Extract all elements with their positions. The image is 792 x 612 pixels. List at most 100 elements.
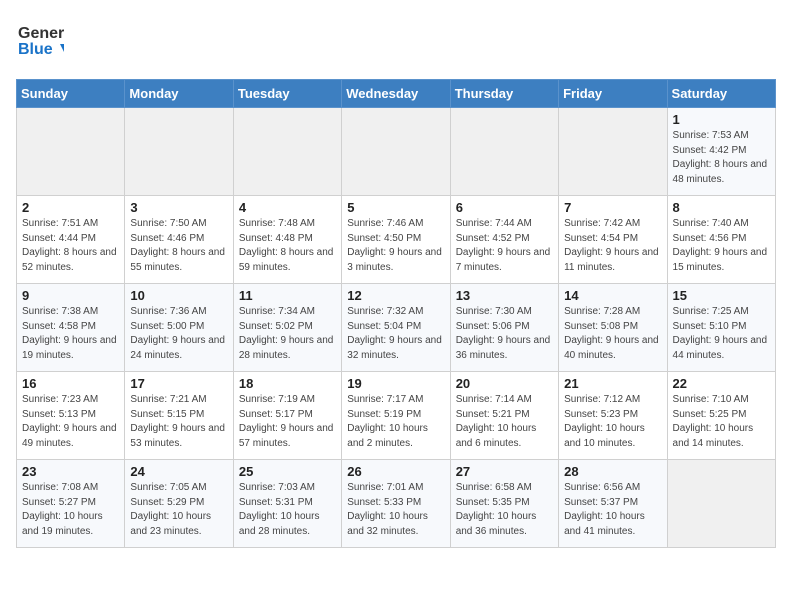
col-header-tuesday: Tuesday: [233, 80, 341, 108]
calendar-cell: [233, 108, 341, 196]
calendar-cell: 28Sunrise: 6:56 AM Sunset: 5:37 PM Dayli…: [559, 460, 667, 548]
calendar-cell: 7 Sunrise: 7:42 AM Sunset: 4:54 PM Daylig…: [559, 196, 667, 284]
calendar-cell: 12 Sunrise: 7:32 AM Sunset: 5:04 PM Dayli…: [342, 284, 450, 372]
calendar-cell: 27 Sunrise: 6:58 AM Sunset: 5:35 PM Dayli…: [450, 460, 558, 548]
calendar-cell: 21 Sunrise: 7:12 AM Sunset: 5:23 PM Dayli…: [559, 372, 667, 460]
calendar-cell: 8 Sunrise: 7:40 AM Sunset: 4:56 PM Daylig…: [667, 196, 775, 284]
day-info: Sunrise: 7:44 AM Sunset: 4:52 PM Dayligh…: [456, 217, 553, 275]
calendar-cell: 13 Sunrise: 7:30 AM Sunset: 5:06 PM Dayli…: [450, 284, 558, 372]
calendar-cell: [342, 108, 450, 196]
day-info: Sunrise: 7:46 AM Sunset: 4:50 PM Dayligh…: [347, 217, 444, 275]
day-number: 19: [347, 376, 444, 391]
day-info: Sunrise: 7:36 AM Sunset: 5:00 PM Dayligh…: [130, 305, 227, 363]
day-info: Sunrise: 6:58 AM Sunset: 5:35 PM Dayligh…: [456, 481, 553, 539]
day-number: 28: [564, 464, 661, 479]
col-header-saturday: Saturday: [667, 80, 775, 108]
col-header-friday: Friday: [559, 80, 667, 108]
day-info: Sunrise: 7:12 AM Sunset: 5:23 PM Dayligh…: [564, 393, 661, 451]
calendar-header-row: SundayMondayTuesdayWednesdayThursdayFrid…: [17, 80, 776, 108]
day-info: Sunrise: 7:17 AM Sunset: 5:19 PM Dayligh…: [347, 393, 444, 451]
day-number: 5: [347, 200, 444, 215]
calendar-cell: 15 Sunrise: 7:25 AM Sunset: 5:10 PM Dayli…: [667, 284, 775, 372]
col-header-thursday: Thursday: [450, 80, 558, 108]
day-info: Sunrise: 7:38 AM Sunset: 4:58 PM Dayligh…: [22, 305, 119, 363]
logo-icon: General Blue: [16, 16, 64, 64]
day-info: Sunrise: 7:34 AM Sunset: 5:02 PM Dayligh…: [239, 305, 336, 363]
day-info: Sunrise: 7:05 AM Sunset: 5:29 PM Dayligh…: [130, 481, 227, 539]
col-header-sunday: Sunday: [17, 80, 125, 108]
calendar-cell: 22Sunrise: 7:10 AM Sunset: 5:25 PM Dayli…: [667, 372, 775, 460]
calendar-cell: 9 Sunrise: 7:38 AM Sunset: 4:58 PM Daylig…: [17, 284, 125, 372]
day-number: 4: [239, 200, 336, 215]
day-number: 13: [456, 288, 553, 303]
calendar-cell: 14Sunrise: 7:28 AM Sunset: 5:08 PM Dayli…: [559, 284, 667, 372]
day-info: Sunrise: 7:03 AM Sunset: 5:31 PM Dayligh…: [239, 481, 336, 539]
day-info: Sunrise: 7:48 AM Sunset: 4:48 PM Dayligh…: [239, 217, 336, 275]
calendar-cell: 20 Sunrise: 7:14 AM Sunset: 5:21 PM Dayli…: [450, 372, 558, 460]
day-info: Sunrise: 7:14 AM Sunset: 5:21 PM Dayligh…: [456, 393, 553, 451]
day-number: 15: [673, 288, 770, 303]
calendar-week-row: 1 Sunrise: 7:53 AM Sunset: 4:42 PM Daylig…: [17, 108, 776, 196]
col-header-wednesday: Wednesday: [342, 80, 450, 108]
day-info: Sunrise: 7:53 AM Sunset: 4:42 PM Dayligh…: [673, 129, 770, 187]
calendar-cell: 1 Sunrise: 7:53 AM Sunset: 4:42 PM Daylig…: [667, 108, 775, 196]
day-number: 27: [456, 464, 553, 479]
day-number: 12: [347, 288, 444, 303]
day-number: 7: [564, 200, 661, 215]
day-info: Sunrise: 7:21 AM Sunset: 5:15 PM Dayligh…: [130, 393, 227, 451]
day-info: Sunrise: 7:28 AM Sunset: 5:08 PM Dayligh…: [564, 305, 661, 363]
day-info: Sunrise: 7:25 AM Sunset: 5:10 PM Dayligh…: [673, 305, 770, 363]
calendar-cell: 18 Sunrise: 7:19 AM Sunset: 5:17 PM Dayli…: [233, 372, 341, 460]
day-number: 3: [130, 200, 227, 215]
svg-text:Blue: Blue: [18, 41, 53, 58]
day-number: 16: [22, 376, 119, 391]
calendar-cell: 10 Sunrise: 7:36 AM Sunset: 5:00 PM Dayli…: [125, 284, 233, 372]
calendar-cell: [667, 460, 775, 548]
calendar-cell: [17, 108, 125, 196]
calendar-cell: 25 Sunrise: 7:03 AM Sunset: 5:31 PM Dayli…: [233, 460, 341, 548]
day-number: 11: [239, 288, 336, 303]
calendar-week-row: 16Sunrise: 7:23 AM Sunset: 5:13 PM Dayli…: [17, 372, 776, 460]
day-number: 10: [130, 288, 227, 303]
day-number: 8: [673, 200, 770, 215]
calendar-cell: 26 Sunrise: 7:01 AM Sunset: 5:33 PM Dayli…: [342, 460, 450, 548]
day-number: 2: [22, 200, 119, 215]
calendar-cell: [125, 108, 233, 196]
calendar-cell: 2 Sunrise: 7:51 AM Sunset: 4:44 PM Daylig…: [17, 196, 125, 284]
calendar-table: SundayMondayTuesdayWednesdayThursdayFrid…: [16, 79, 776, 548]
day-info: Sunrise: 7:01 AM Sunset: 5:33 PM Dayligh…: [347, 481, 444, 539]
day-number: 18: [239, 376, 336, 391]
day-info: Sunrise: 7:30 AM Sunset: 5:06 PM Dayligh…: [456, 305, 553, 363]
day-number: 23: [22, 464, 119, 479]
day-info: Sunrise: 7:32 AM Sunset: 5:04 PM Dayligh…: [347, 305, 444, 363]
day-number: 9: [22, 288, 119, 303]
day-number: 21: [564, 376, 661, 391]
calendar-cell: 23 Sunrise: 7:08 AM Sunset: 5:27 PM Dayli…: [17, 460, 125, 548]
day-info: Sunrise: 7:51 AM Sunset: 4:44 PM Dayligh…: [22, 217, 119, 275]
day-number: 6: [456, 200, 553, 215]
day-info: Sunrise: 7:08 AM Sunset: 5:27 PM Dayligh…: [22, 481, 119, 539]
day-number: 17: [130, 376, 227, 391]
logo: General Blue: [16, 16, 64, 69]
calendar-cell: [450, 108, 558, 196]
day-number: 25: [239, 464, 336, 479]
page-header: General Blue: [16, 16, 776, 69]
day-info: Sunrise: 7:42 AM Sunset: 4:54 PM Dayligh…: [564, 217, 661, 275]
day-info: Sunrise: 7:50 AM Sunset: 4:46 PM Dayligh…: [130, 217, 227, 275]
day-info: Sunrise: 7:19 AM Sunset: 5:17 PM Dayligh…: [239, 393, 336, 451]
calendar-cell: 24 Sunrise: 7:05 AM Sunset: 5:29 PM Dayli…: [125, 460, 233, 548]
calendar-cell: 19 Sunrise: 7:17 AM Sunset: 5:19 PM Dayli…: [342, 372, 450, 460]
calendar-cell: 11 Sunrise: 7:34 AM Sunset: 5:02 PM Dayli…: [233, 284, 341, 372]
day-number: 20: [456, 376, 553, 391]
calendar-cell: 4 Sunrise: 7:48 AM Sunset: 4:48 PM Daylig…: [233, 196, 341, 284]
day-number: 24: [130, 464, 227, 479]
day-info: Sunrise: 7:10 AM Sunset: 5:25 PM Dayligh…: [673, 393, 770, 451]
calendar-cell: 5 Sunrise: 7:46 AM Sunset: 4:50 PM Daylig…: [342, 196, 450, 284]
col-header-monday: Monday: [125, 80, 233, 108]
day-number: 1: [673, 112, 770, 127]
calendar-cell: 17 Sunrise: 7:21 AM Sunset: 5:15 PM Dayli…: [125, 372, 233, 460]
calendar-cell: [559, 108, 667, 196]
day-number: 26: [347, 464, 444, 479]
svg-text:General: General: [18, 25, 64, 42]
day-info: Sunrise: 7:40 AM Sunset: 4:56 PM Dayligh…: [673, 217, 770, 275]
